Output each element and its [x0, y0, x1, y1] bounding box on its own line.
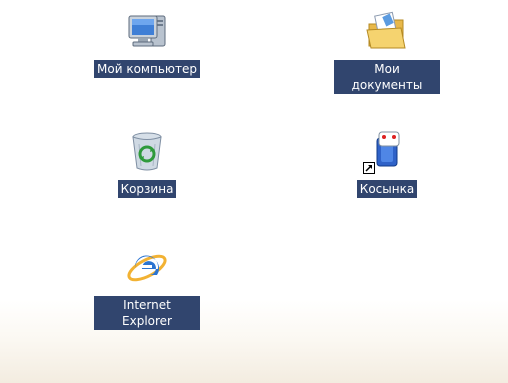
computer-icon: [123, 8, 171, 56]
recycle-bin-icon: [123, 128, 171, 176]
solitaire-icon: [363, 128, 411, 176]
desktop-icon-my-computer[interactable]: Мой компьютер: [87, 8, 207, 78]
icon-label: Мои документы: [334, 60, 440, 94]
desktop-icon-internet-explorer[interactable]: Internet Explorer: [87, 244, 207, 330]
icon-label: Internet Explorer: [94, 296, 200, 330]
icon-label: Мой компьютер: [94, 60, 200, 78]
desktop-icon-recycle-bin[interactable]: Корзина: [87, 128, 207, 198]
desktop-icon-solitaire[interactable]: Косынка: [327, 128, 447, 198]
folder-documents-icon: [363, 8, 411, 56]
internet-explorer-icon: [123, 244, 171, 292]
desktop[interactable]: Мой компьютер Мои документы Корзина Косы…: [0, 0, 508, 383]
desktop-icon-my-documents[interactable]: Мои документы: [327, 8, 447, 94]
shortcut-arrow-icon: [363, 162, 375, 174]
icon-label: Косынка: [356, 180, 418, 198]
icon-label: Корзина: [117, 180, 177, 198]
